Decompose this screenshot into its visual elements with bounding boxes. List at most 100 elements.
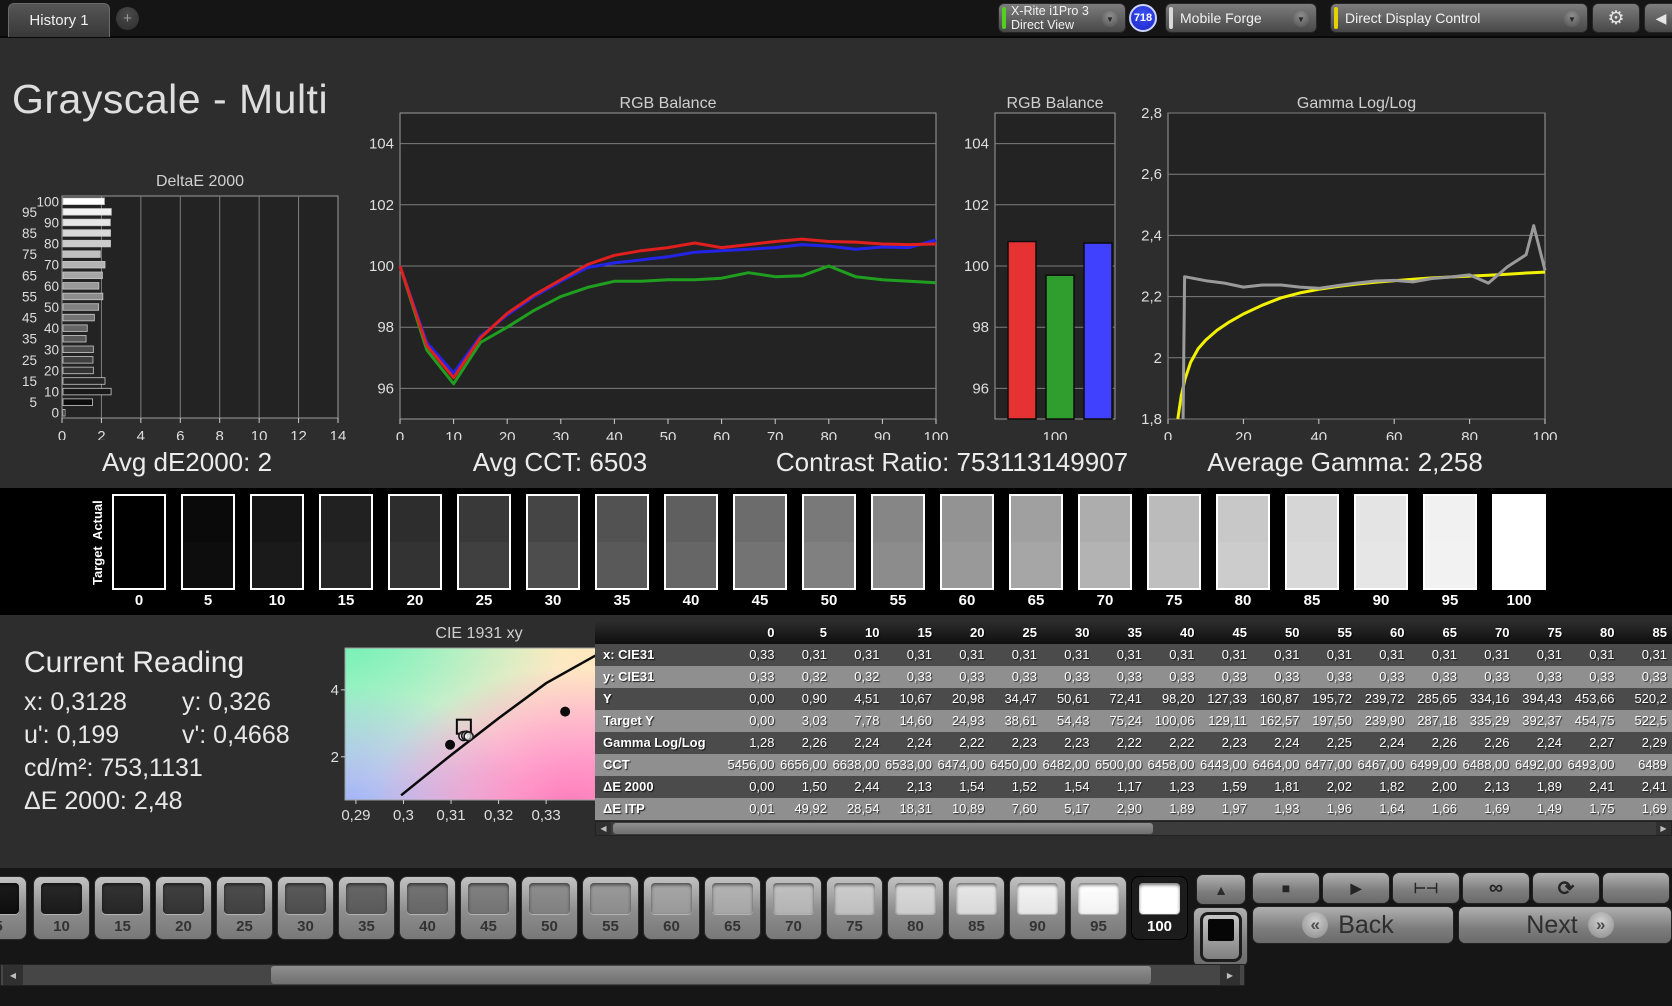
table-cell: 2,24 — [1274, 735, 1300, 750]
marker-range-button[interactable]: ⊢⊣ — [1392, 872, 1460, 904]
patch-strip-scrollbar[interactable]: ◀ ▶ — [0, 964, 1245, 986]
patch-button-15[interactable]: 15 — [94, 876, 151, 940]
patch-chip — [224, 883, 265, 914]
table-cell: 2,25 — [1326, 735, 1352, 750]
table-cell: 127,33 — [1207, 691, 1247, 706]
play-button[interactable]: ▶ — [1322, 872, 1390, 904]
back-button[interactable]: « Back — [1252, 906, 1454, 944]
svg-text:2,2: 2,2 — [1141, 289, 1162, 306]
svg-text:2,6: 2,6 — [1141, 166, 1162, 183]
deltae-bar-65 — [62, 271, 103, 279]
table-cell: 6477,00 — [1305, 757, 1352, 772]
table-cell: 0,33 — [1274, 669, 1300, 684]
patch-level-label: 85 — [968, 918, 985, 935]
patch-button-90[interactable]: 90 — [1009, 876, 1066, 940]
table-column-header: 10 — [865, 625, 880, 640]
patch-button-35[interactable]: 35 — [338, 876, 395, 940]
table-cell: 1,69 — [1484, 801, 1510, 816]
patch-button-60[interactable]: 60 — [643, 876, 700, 940]
swatch-actual — [183, 496, 233, 542]
table-scrollbar[interactable]: ◀ ▶ — [595, 821, 1672, 836]
table-cell: 454,75 — [1574, 713, 1615, 728]
table-cell: 0,31 — [1274, 647, 1300, 662]
patch-scrollbar-thumb[interactable] — [271, 966, 1151, 984]
scroll-left-icon[interactable]: ◀ — [3, 965, 23, 985]
meter-count-badge: 718 — [1129, 4, 1157, 32]
swatch-level-label: 100 — [1506, 592, 1532, 609]
table-cell: 18,31 — [899, 801, 932, 816]
table-row: y: CIE31 0,33 0,32 0,32 0,33 0,33 0,33 0,33 0,33… — [595, 666, 1672, 688]
table-cell: 1,93 — [1274, 801, 1300, 816]
table-column-header: 85 — [1652, 625, 1667, 640]
rgb-bar-red — [1007, 240, 1037, 420]
patch-button-10[interactable]: 10 — [33, 876, 90, 940]
patch-chip — [1139, 883, 1180, 914]
patch-button-55[interactable]: 55 — [582, 876, 639, 940]
refresh-button[interactable]: ⟳ — [1532, 872, 1600, 904]
scroll-right-icon[interactable]: ▶ — [1220, 965, 1240, 985]
patch-button-85[interactable]: 85 — [948, 876, 1005, 940]
patch-button-25[interactable]: 25 — [216, 876, 273, 940]
patch-button-75[interactable]: 75 — [826, 876, 883, 940]
patch-button-5[interactable]: 5 — [0, 876, 27, 940]
scroll-left-icon[interactable]: ◀ — [596, 822, 611, 835]
patch-button-95[interactable]: 95 — [1070, 876, 1127, 940]
patch-button-30[interactable]: 30 — [277, 876, 334, 940]
tab-history-1[interactable]: History 1 — [8, 3, 110, 37]
swatch-level-label: 15 — [337, 592, 355, 609]
table-cell: 14,60 — [899, 713, 932, 728]
deltae-bar-5 — [62, 398, 93, 406]
table-column-header: 40 — [1180, 625, 1195, 640]
patch-button-65[interactable]: 65 — [704, 876, 761, 940]
table-cell: 10,89 — [951, 801, 985, 816]
patch-chip — [895, 883, 936, 914]
patch-button-80[interactable]: 80 — [887, 876, 944, 940]
svg-text:85: 85 — [22, 226, 37, 241]
patch-button-70[interactable]: 70 — [765, 876, 822, 940]
table-cell: 0,31 — [801, 647, 827, 662]
table-cell: 6482,00 — [1042, 757, 1090, 772]
pattern-source-selector[interactable]: Mobile Forge ▼ — [1165, 3, 1317, 33]
table-scrollbar-thumb[interactable] — [613, 823, 1153, 834]
table-row: Y 0,00 0,90 4,51 10,67 20,98 34,47 50,61 72,41 98… — [595, 688, 1672, 710]
next-button[interactable]: Next » — [1458, 906, 1672, 944]
table-cell: 50,61 — [1056, 691, 1090, 706]
play-icon: ▶ — [1350, 879, 1362, 896]
patch-button-45[interactable]: 45 — [460, 876, 517, 940]
deltae-bar-100 — [62, 197, 105, 205]
meter-selector[interactable]: X-Rite i1Pro 3 Direct View ▼ — [998, 3, 1126, 33]
patch-level-label: 30 — [297, 918, 314, 935]
svg-text:0: 0 — [58, 428, 66, 440]
table-cell: 2,29 — [1641, 735, 1667, 750]
settings-button[interactable]: ⚙ — [1592, 3, 1640, 33]
patch-button-40[interactable]: 40 — [399, 876, 456, 940]
patch-level-up-button[interactable]: ▲ — [1196, 874, 1246, 905]
svg-text:5: 5 — [29, 395, 37, 410]
table-row: x: CIE31 0,33 0,31 0,31 0,31 0,31 0,31 0,31 0,31… — [595, 644, 1672, 666]
grayscale-swatch-95 — [1423, 494, 1477, 590]
loop-infinite-button[interactable]: ∞ — [1462, 872, 1530, 904]
table-cell: 239,90 — [1364, 713, 1405, 728]
svg-text:8: 8 — [216, 428, 224, 440]
table-column-header: 35 — [1127, 625, 1142, 640]
table-cell: 0,33 — [1326, 669, 1352, 684]
patch-button-20[interactable]: 20 — [155, 876, 212, 940]
patch-button-50[interactable]: 50 — [521, 876, 578, 940]
collapse-panel-button[interactable]: ◀ — [1644, 3, 1672, 33]
swatch-target — [804, 542, 854, 588]
pattern-window-button[interactable] — [1193, 907, 1248, 967]
svg-text:95: 95 — [22, 205, 37, 220]
table-cell: 5,17 — [1064, 801, 1090, 816]
meter-line2: Direct View — [1011, 18, 1074, 32]
scroll-right-icon[interactable]: ▶ — [1656, 822, 1671, 835]
table-cell: 2,22 — [959, 735, 985, 750]
table-cell: 1,54 — [1064, 779, 1090, 794]
reading-v: v': 0,4668 — [182, 721, 290, 749]
blank-button[interactable] — [1602, 872, 1670, 904]
add-tab-button[interactable]: + — [116, 7, 139, 30]
patch-chip — [163, 883, 204, 914]
display-control-selector[interactable]: Direct Display Control ▼ — [1330, 3, 1588, 33]
stop-button[interactable]: ■ — [1252, 872, 1320, 904]
table-cell: 3,03 — [801, 713, 827, 728]
patch-button-100[interactable]: 100 — [1131, 876, 1188, 940]
